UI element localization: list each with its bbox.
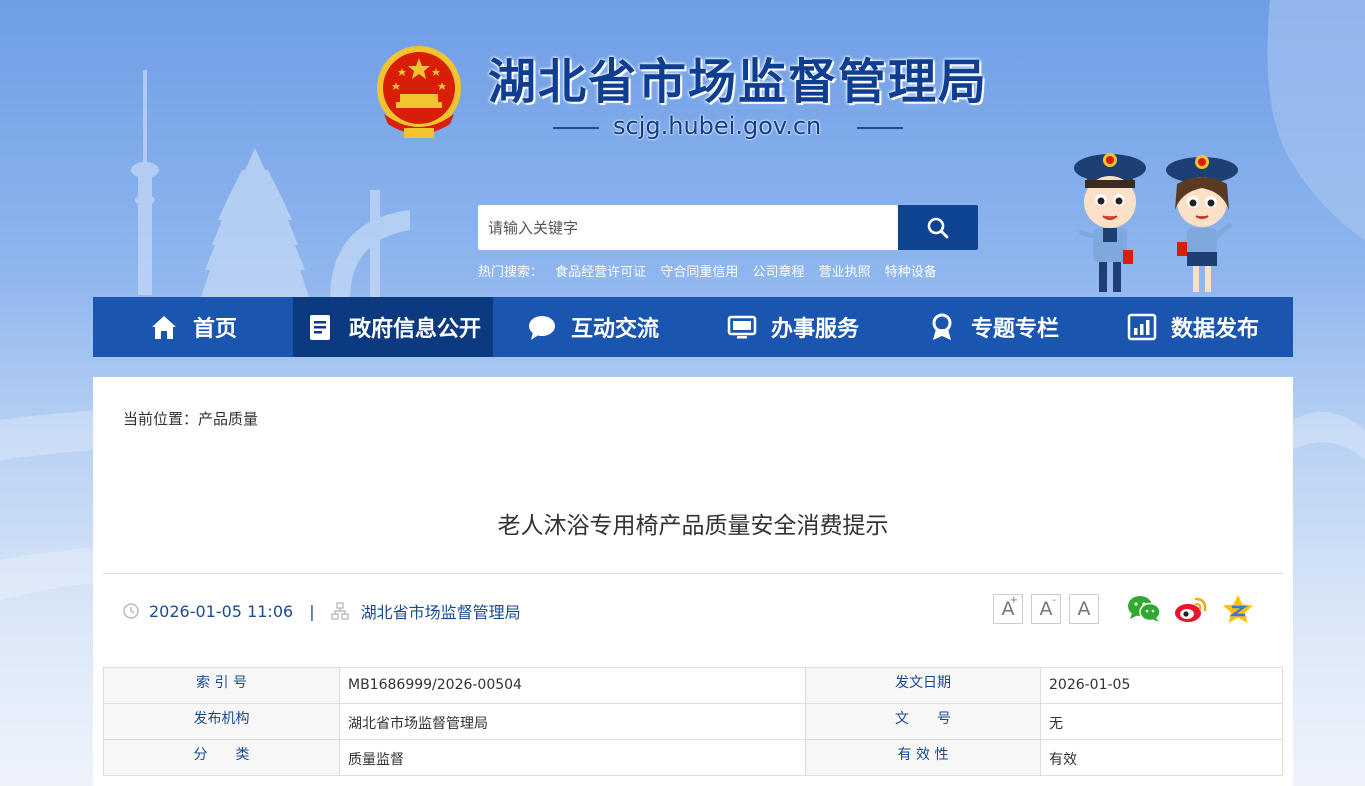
search-input[interactable] <box>478 205 898 250</box>
document-number-value: 无 <box>1040 703 1283 740</box>
index-number-label: 索 引 号 <box>103 667 340 704</box>
font-reset-button[interactable]: A <box>1069 594 1099 624</box>
article-title: 老人沐浴专用椅产品质量安全消费提示 <box>497 513 889 539</box>
main-nav: 首页 政府信息公开 互动交流 办事服务 专题专栏 数据发布 <box>93 297 1293 357</box>
clock-icon <box>123 603 139 619</box>
article-meta: 2026-01-05 11:06 | 湖北省市场监督管理局 <box>123 600 521 622</box>
site-domain: scjg.hubei.gov.cn <box>613 112 822 140</box>
share-bar <box>1127 593 1268 625</box>
hot-search-link[interactable]: 食品经营许可证 <box>555 265 646 280</box>
category-label: 分 类 <box>103 739 340 776</box>
meta-separator: | <box>309 601 315 621</box>
validity-value: 有效 <box>1040 739 1283 776</box>
nav-item-data[interactable]: 数据发布 <box>1093 297 1293 357</box>
publisher-name: 湖北省市场监督管理局 <box>360 603 521 622</box>
bar-chart-icon <box>1127 312 1157 342</box>
font-increase-button[interactable]: A + <box>993 594 1023 624</box>
breadcrumb: 当前位置：产品质量 <box>123 408 258 429</box>
hot-search-link[interactable]: 营业执照 <box>819 265 871 280</box>
title-divider <box>103 573 1283 574</box>
nav-label: 政府信息公开 <box>348 317 481 342</box>
publisher-value: 湖北省市场监督管理局 <box>339 703 806 740</box>
search-button[interactable] <box>898 205 978 250</box>
table-row: 发布机构 湖北省市场监督管理局 文 号 无 <box>103 703 1283 740</box>
font-button-sup: - <box>1052 595 1056 606</box>
mascot-illustration <box>1074 153 1238 292</box>
content-panel: 当前位置：产品质量 老人沐浴专用椅产品质量安全消费提示 2026-01-05 1… <box>93 377 1293 786</box>
nav-label: 互动交流 <box>570 317 659 342</box>
hot-search-label: 热门搜索： <box>478 265 544 280</box>
nav-label: 首页 <box>192 317 237 342</box>
search-box <box>478 205 978 250</box>
nav-item-services[interactable]: 办事服务 <box>693 297 893 357</box>
site-domain-banner: scjg.hubei.gov.cn <box>553 112 905 142</box>
domain-right-line <box>857 127 903 129</box>
issue-date-value: 2026-01-05 <box>1040 667 1283 704</box>
national-emblem-icon <box>377 46 461 138</box>
organization-icon <box>330 602 349 620</box>
document-icon <box>305 312 335 342</box>
ribbon-icon <box>927 312 957 342</box>
breadcrumb-current-link[interactable]: 产品质量 <box>198 410 258 428</box>
nav-item-topics[interactable]: 专题专栏 <box>893 297 1093 357</box>
document-info-table: 索 引 号 MB1686999/2026-00504 发文日期 2026-01-… <box>103 667 1283 776</box>
index-number-value: MB1686999/2026-00504 <box>339 667 806 704</box>
hot-search-link[interactable]: 特种设备 <box>885 265 937 280</box>
font-button-glyph: A <box>1039 598 1053 620</box>
font-button-sup: + <box>1009 595 1018 606</box>
nav-item-interaction[interactable]: 互动交流 <box>493 297 693 357</box>
weibo-icon <box>1175 597 1207 622</box>
hot-search-link[interactable]: 公司章程 <box>752 265 804 280</box>
search-icon <box>927 217 949 238</box>
home-icon <box>149 312 179 342</box>
nav-label: 办事服务 <box>770 317 859 342</box>
hot-search: 热门搜索： 食品经营许可证 守合同重信用 公司章程 营业执照 特种设备 <box>478 261 947 280</box>
chat-bubble-icon <box>527 312 557 342</box>
nav-item-gov-info[interactable]: 政府信息公开 <box>293 297 493 357</box>
publisher-label: 发布机构 <box>103 703 340 740</box>
category-value: 质量监督 <box>339 739 806 776</box>
table-row: 分 类 质量监督 有 效 性 有效 <box>103 739 1283 776</box>
font-decrease-button[interactable]: A- <box>1031 594 1061 624</box>
share-weibo-button[interactable] <box>1174 593 1208 625</box>
table-row: 索 引 号 MB1686999/2026-00504 发文日期 2026-01-… <box>103 667 1283 704</box>
validity-label: 有 效 性 <box>805 739 1041 776</box>
font-button-glyph: A <box>1077 598 1091 620</box>
domain-left-line <box>553 127 599 129</box>
nav-item-home[interactable]: 首页 <box>93 297 293 357</box>
qzone-icon <box>1223 595 1253 623</box>
monitor-icon <box>727 312 757 342</box>
font-size-tools: A + A- A <box>993 594 1107 624</box>
hot-search-link[interactable]: 守合同重信用 <box>660 265 738 280</box>
document-number-label: 文 号 <box>805 703 1041 740</box>
share-wechat-button[interactable] <box>1127 593 1161 625</box>
share-qzone-button[interactable] <box>1221 593 1255 625</box>
issue-date-label: 发文日期 <box>805 667 1041 704</box>
site-title: 湖北省市场监督管理局 <box>488 54 989 110</box>
nav-label: 数据发布 <box>1170 317 1259 342</box>
publish-datetime: 2026-01-05 11:06 <box>149 601 294 621</box>
wechat-icon <box>1128 596 1161 622</box>
breadcrumb-prefix: 当前位置： <box>123 410 199 428</box>
nav-label: 专题专栏 <box>970 317 1059 342</box>
